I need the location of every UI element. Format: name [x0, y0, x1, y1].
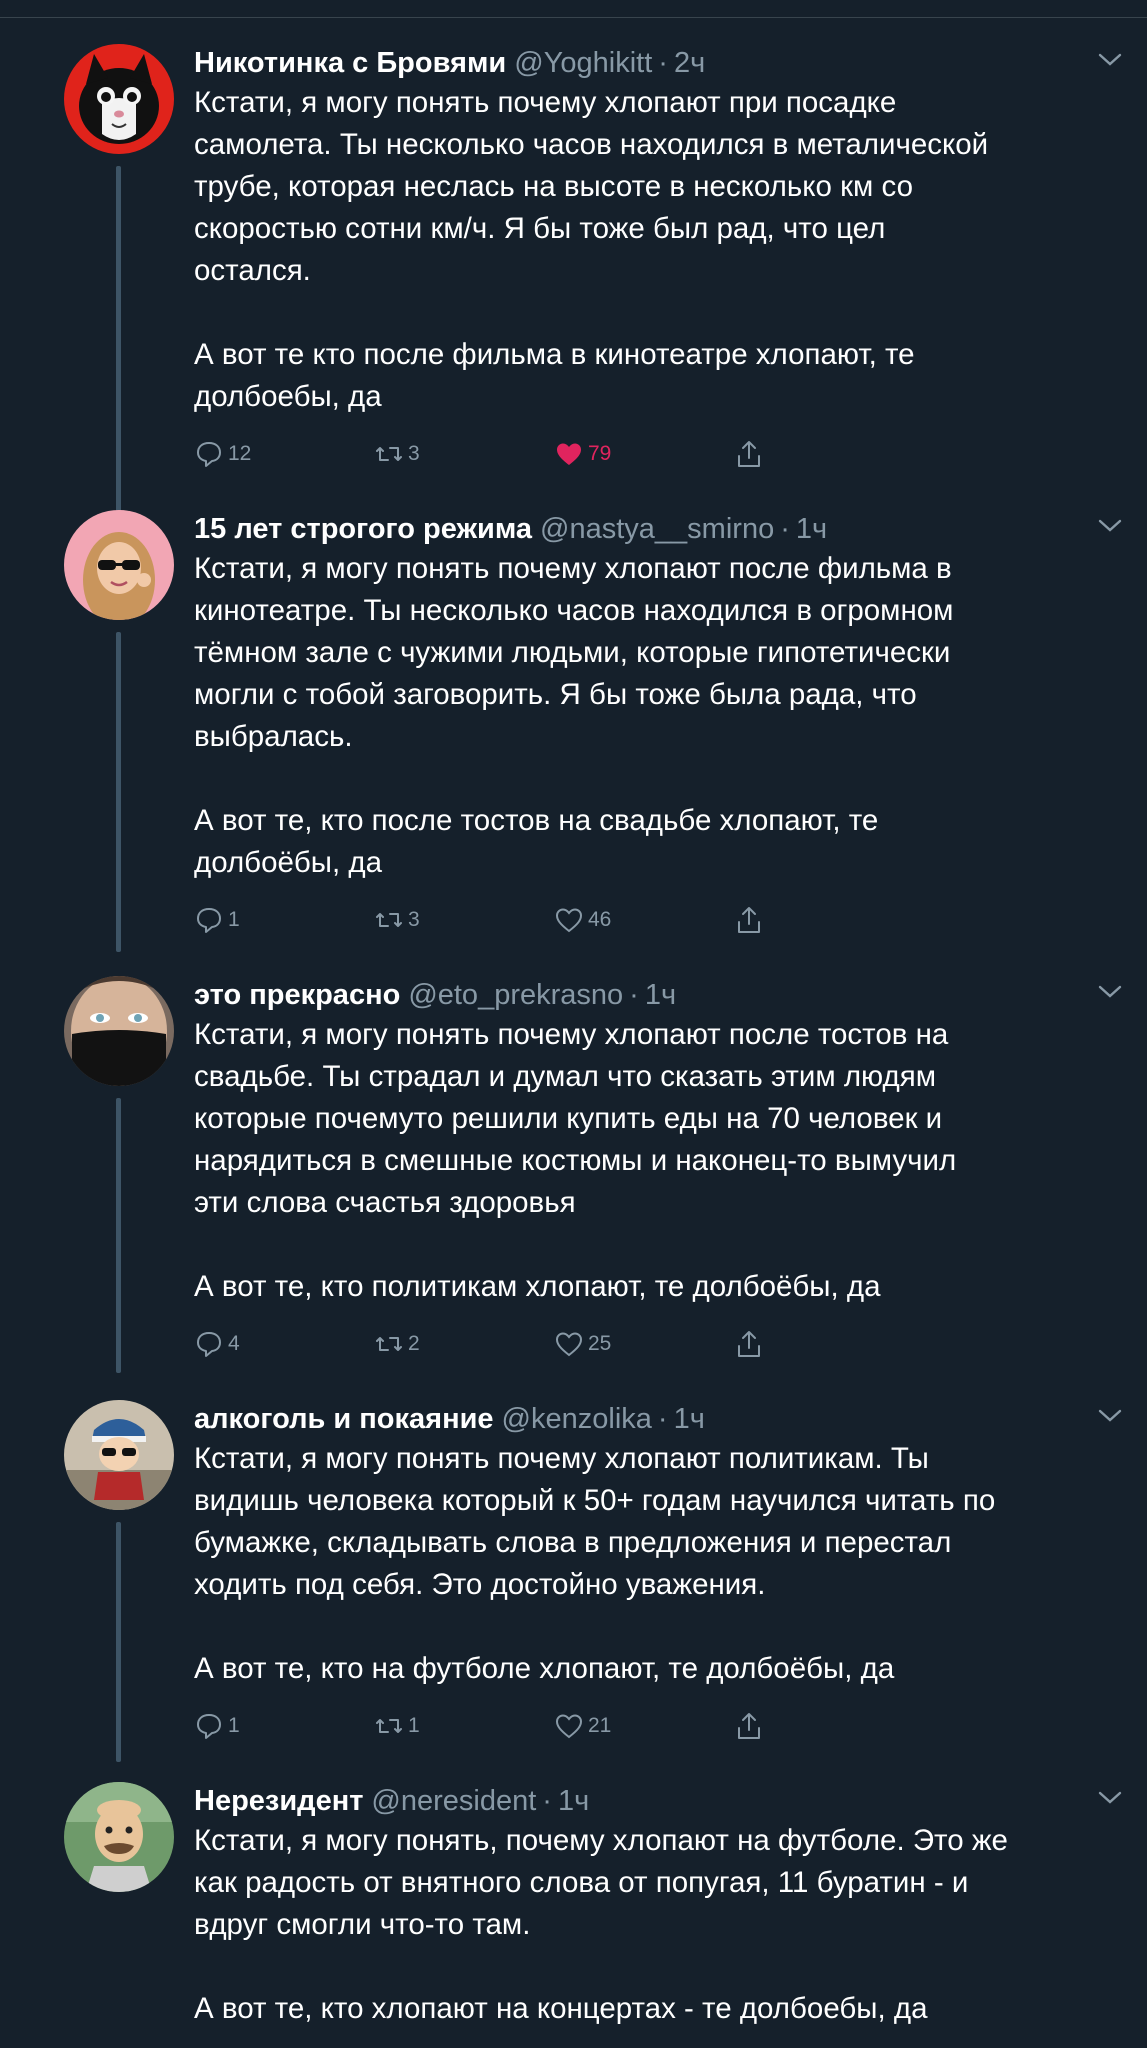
reply-button[interactable]: 1	[194, 905, 374, 935]
retweet-button[interactable]: 3	[374, 439, 554, 469]
share-button[interactable]	[734, 439, 794, 469]
display-name[interactable]: Никотинка с Бровями	[194, 44, 506, 82]
thread-feed: Никотинка с Бровями @Yoghikitt · 2ч Кста…	[0, 44, 1147, 2048]
like-count: 46	[588, 908, 612, 931]
chevron-down-icon[interactable]	[1097, 984, 1123, 1000]
avatar[interactable]	[64, 976, 174, 1086]
reply-count: 1	[228, 1714, 240, 1737]
retweet-count: 1	[408, 1714, 420, 1737]
retweet-button[interactable]: 1	[374, 1711, 554, 1741]
chevron-down-icon[interactable]	[1097, 1408, 1123, 1424]
separator: ·	[629, 979, 639, 1011]
timestamp[interactable]: 1ч	[558, 1782, 589, 1820]
tweet-actions: 3 1 12	[194, 2036, 1083, 2048]
tweet-actions: 1 1 21	[194, 1696, 1083, 1756]
thread-line	[116, 632, 121, 952]
share-button[interactable]	[734, 1329, 794, 1359]
like-button[interactable]: 79	[554, 439, 734, 469]
retweet-count: 2	[408, 1332, 420, 1355]
avatar[interactable]	[64, 1782, 174, 1892]
retweet-icon	[376, 1337, 402, 1351]
separator: ·	[542, 1785, 552, 1817]
separator: ·	[658, 47, 668, 79]
reply-button[interactable]: 4	[194, 1329, 374, 1359]
chevron-down-icon[interactable]	[1097, 518, 1123, 534]
share-icon	[738, 441, 760, 467]
reply-count: 1	[228, 908, 240, 931]
timestamp[interactable]: 1ч	[796, 510, 827, 548]
tweet-text: Кстати, я могу понять почему хлопают пос…	[194, 552, 954, 879]
tweet-actions: 4 2 25	[194, 1314, 1083, 1374]
timestamp[interactable]: 2ч	[674, 44, 705, 82]
tweet[interactable]: алкоголь и покаяние @kenzolika · 1ч Кста…	[0, 1400, 1147, 1762]
share-button[interactable]	[734, 905, 794, 935]
heart-icon	[555, 1714, 583, 1739]
retweet-button[interactable]: 2	[374, 1329, 554, 1359]
like-count: 25	[588, 1332, 612, 1355]
thread-line	[116, 1522, 121, 1762]
thread-line	[116, 1098, 121, 1373]
share-button[interactable]	[734, 1711, 794, 1741]
separator: ·	[657, 1403, 668, 1435]
tweet-actions: 1 3 46	[194, 890, 1083, 950]
retweet-button[interactable]: 3	[374, 905, 554, 935]
chevron-down-icon[interactable]	[1097, 52, 1123, 68]
chevron-down-icon[interactable]	[1097, 1790, 1123, 1806]
timestamp[interactable]: 1ч	[674, 1400, 705, 1438]
avatar[interactable]	[64, 1400, 174, 1510]
username[interactable]: @eto_prekrasno	[408, 976, 623, 1014]
avatar[interactable]	[64, 44, 174, 154]
tweet-text: Кстати, я могу понять почему хлопают пол…	[194, 1442, 996, 1685]
retweet-icon	[376, 913, 402, 927]
tweet[interactable]: Никотинка с Бровями @Yoghikitt · 2ч Кста…	[0, 44, 1147, 526]
display-name[interactable]: 15 лет строгого режима	[194, 510, 532, 548]
share-icon	[738, 1713, 760, 1739]
retweet-icon	[376, 447, 402, 461]
retweet-count: 3	[408, 442, 420, 465]
avatar[interactable]	[64, 510, 174, 620]
tweet[interactable]: Нерезидент @neresident · 1ч Кстати, я мо…	[0, 1782, 1147, 2048]
reply-count: 4	[228, 1332, 240, 1355]
reply-icon	[197, 908, 221, 933]
heart-icon	[555, 1332, 583, 1357]
timestamp[interactable]: 1ч	[645, 976, 676, 1014]
reply-button[interactable]: 1	[194, 1711, 374, 1741]
like-button[interactable]: 46	[554, 905, 734, 935]
display-name[interactable]: Нерезидент	[194, 1782, 363, 1820]
retweet-icon	[376, 1719, 402, 1733]
tweet-actions: 12 3 79	[194, 424, 1083, 484]
separator: ·	[780, 513, 790, 545]
reply-count: 12	[228, 442, 252, 465]
tweet[interactable]: 15 лет строгого режима @nastya__smirno ·…	[0, 510, 1147, 952]
tweet-text: Кстати, я могу понять почему хлопают пос…	[194, 1018, 957, 1303]
like-button[interactable]: 25	[554, 1329, 734, 1359]
share-icon	[738, 1331, 760, 1357]
reply-icon	[197, 1332, 221, 1357]
like-count: 21	[588, 1714, 612, 1737]
display-name[interactable]: алкоголь и покаяние	[194, 1400, 494, 1438]
username[interactable]: @kenzolika	[502, 1400, 652, 1438]
reply-icon	[197, 1714, 221, 1739]
tweet[interactable]: это прекрасно @eto_prekrasno · 1ч Кстати…	[0, 976, 1147, 1374]
reply-button[interactable]: 12	[194, 439, 374, 469]
username[interactable]: @nastya__smirno	[540, 510, 774, 548]
username[interactable]: @Yoghikitt	[514, 44, 652, 82]
share-icon	[738, 907, 760, 933]
tweet-text: Кстати, я могу понять, почему хлопают на…	[194, 1824, 1008, 2025]
thread-line	[116, 166, 121, 526]
heart-icon	[555, 908, 583, 933]
retweet-count: 3	[408, 908, 420, 931]
display-name[interactable]: это прекрасно	[194, 976, 400, 1014]
like-button[interactable]: 21	[554, 1711, 734, 1741]
username[interactable]: @neresident	[371, 1782, 536, 1820]
top-bar	[0, 0, 1147, 18]
heart-filled-icon	[557, 443, 581, 465]
reply-icon	[197, 442, 221, 467]
tweet-text: Кстати, я могу понять почему хлопают при…	[194, 86, 989, 413]
like-count: 79	[588, 442, 612, 465]
